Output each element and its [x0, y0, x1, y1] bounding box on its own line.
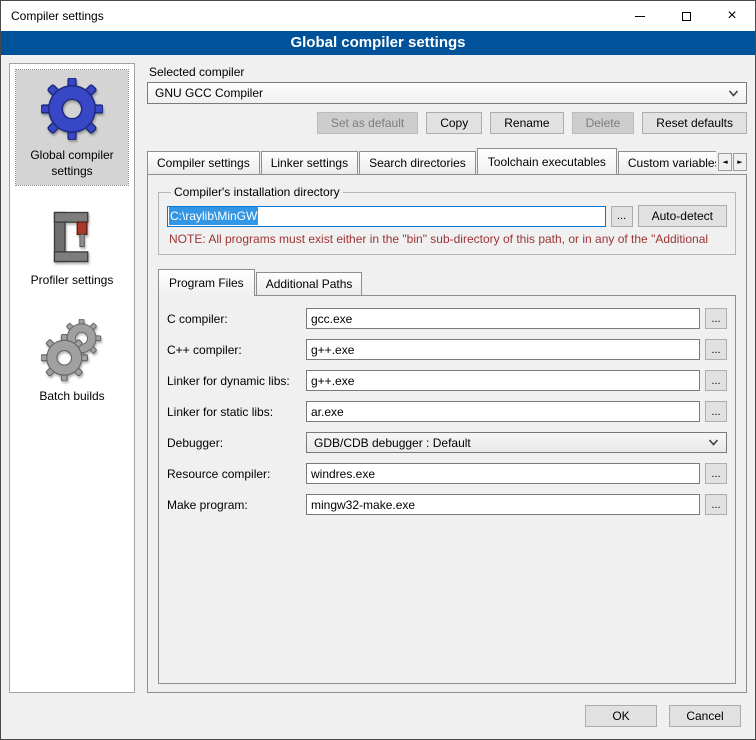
cpp-compiler-label: C++ compiler:: [167, 343, 301, 357]
bin-subdirectory-note: NOTE: All programs must exist either in …: [169, 232, 727, 246]
tab-strip: Compiler settings Linker settings Search…: [147, 148, 716, 174]
resource-compiler-input[interactable]: [306, 463, 700, 484]
gear-icon: [41, 78, 103, 140]
tab-scroll-arrows: ◄ ►: [718, 153, 747, 171]
toolchain-executables-page: Compiler's installation directory C:\ray…: [147, 174, 747, 693]
cpp-compiler-browse-button[interactable]: ...: [705, 339, 727, 360]
dynamic-linker-label: Linker for dynamic libs:: [167, 374, 301, 388]
sidebar-item-label: Batch builds: [39, 389, 104, 405]
c-compiler-input[interactable]: [306, 308, 700, 329]
cpp-compiler-input[interactable]: [306, 339, 700, 360]
install-dir-input[interactable]: C:\raylib\MinGW: [167, 206, 606, 227]
window-controls: ×: [617, 1, 755, 31]
resource-compiler-label: Resource compiler:: [167, 467, 301, 481]
selected-compiler-label: Selected compiler: [149, 65, 747, 79]
subtab-program-files[interactable]: Program Files: [158, 269, 255, 296]
debugger-select[interactable]: GDB/CDB debugger : Default: [306, 432, 727, 453]
installation-directory-legend: Compiler's installation directory: [171, 185, 343, 199]
field-static-linker: Linker for static libs: ...: [167, 401, 727, 422]
chevron-down-icon: [728, 90, 739, 97]
sidebar-item-batch-builds[interactable]: Batch builds: [16, 311, 128, 411]
program-files-page: C compiler: ... C++ compiler: ... Linker…: [158, 295, 736, 684]
make-program-input[interactable]: [306, 494, 700, 515]
tab-scroll-left-button[interactable]: ◄: [718, 153, 732, 171]
compiler-select-value: GNU GCC Compiler: [155, 86, 263, 100]
static-linker-browse-button[interactable]: ...: [705, 401, 727, 422]
make-program-browse-button[interactable]: ...: [705, 494, 727, 515]
set-as-default-button: Set as default: [317, 112, 418, 134]
c-compiler-label: C compiler:: [167, 312, 301, 326]
installation-directory-group: Compiler's installation directory C:\ray…: [158, 185, 736, 255]
install-dir-value: C:\raylib\MinGW: [169, 207, 258, 225]
batch-gears-icon: [41, 319, 103, 381]
close-button[interactable]: ×: [709, 1, 755, 31]
field-cpp-compiler: C++ compiler: ...: [167, 339, 727, 360]
sidebar-item-label: Global compiler settings: [18, 148, 126, 179]
main-panel: Selected compiler GNU GCC Compiler Set a…: [147, 63, 747, 693]
delete-button: Delete: [572, 112, 635, 134]
install-dir-browse-button[interactable]: ...: [611, 206, 633, 227]
ok-button[interactable]: OK: [585, 705, 657, 727]
subtab-additional-paths[interactable]: Additional Paths: [256, 272, 363, 295]
profiler-tool-icon: [44, 209, 100, 265]
maximize-icon: [682, 12, 691, 21]
dynamic-linker-browse-button[interactable]: ...: [705, 370, 727, 391]
dialog-footer: OK Cancel: [1, 699, 755, 739]
subtab-strip: Program Files Additional Paths: [158, 269, 736, 295]
auto-detect-button[interactable]: Auto-detect: [638, 205, 727, 227]
debugger-label: Debugger:: [167, 436, 301, 450]
maximize-button[interactable]: [663, 1, 709, 31]
dynamic-linker-input[interactable]: [306, 370, 700, 391]
rename-button[interactable]: Rename: [490, 112, 563, 134]
titlebar[interactable]: Compiler settings ×: [1, 1, 755, 31]
copy-button[interactable]: Copy: [426, 112, 482, 134]
make-program-label: Make program:: [167, 498, 301, 512]
sidebar-item-global-compiler-settings[interactable]: Global compiler settings: [16, 70, 128, 185]
reset-defaults-button[interactable]: Reset defaults: [642, 112, 747, 134]
tab-linker-settings[interactable]: Linker settings: [261, 151, 358, 174]
static-linker-input[interactable]: [306, 401, 700, 422]
tab-search-directories[interactable]: Search directories: [359, 151, 476, 174]
sidebar-item-profiler-settings[interactable]: Profiler settings: [16, 201, 128, 295]
settings-category-sidebar: Global compiler settings Profiler settin…: [9, 63, 135, 693]
field-dynamic-linker: Linker for dynamic libs: ...: [167, 370, 727, 391]
resource-compiler-browse-button[interactable]: ...: [705, 463, 727, 484]
tab-strip-row: Compiler settings Linker settings Search…: [147, 148, 747, 174]
c-compiler-browse-button[interactable]: ...: [705, 308, 727, 329]
field-make-program: Make program: ...: [167, 494, 727, 515]
page-title: Global compiler settings: [1, 31, 755, 55]
close-icon: ×: [727, 8, 736, 24]
sidebar-item-label: Profiler settings: [31, 273, 114, 289]
tab-compiler-settings[interactable]: Compiler settings: [147, 151, 260, 174]
field-debugger: Debugger: GDB/CDB debugger : Default: [167, 432, 727, 453]
tab-custom-variables[interactable]: Custom variables: [618, 151, 716, 174]
field-resource-compiler: Resource compiler: ...: [167, 463, 727, 484]
compiler-actions: Set as default Copy Rename Delete Reset …: [147, 112, 747, 134]
tab-scroll-right-button[interactable]: ►: [733, 153, 747, 171]
static-linker-label: Linker for static libs:: [167, 405, 301, 419]
compiler-settings-dialog: Compiler settings × Global compiler sett…: [0, 0, 756, 740]
minimize-icon: [635, 16, 645, 17]
minimize-button[interactable]: [617, 1, 663, 31]
field-c-compiler: C compiler: ...: [167, 308, 727, 329]
compiler-select[interactable]: GNU GCC Compiler: [147, 82, 747, 104]
tab-toolchain-executables[interactable]: Toolchain executables: [477, 148, 617, 174]
debugger-select-value: GDB/CDB debugger : Default: [314, 436, 471, 450]
window-title: Compiler settings: [11, 9, 104, 23]
chevron-down-icon: [708, 439, 719, 446]
cancel-button[interactable]: Cancel: [669, 705, 741, 727]
